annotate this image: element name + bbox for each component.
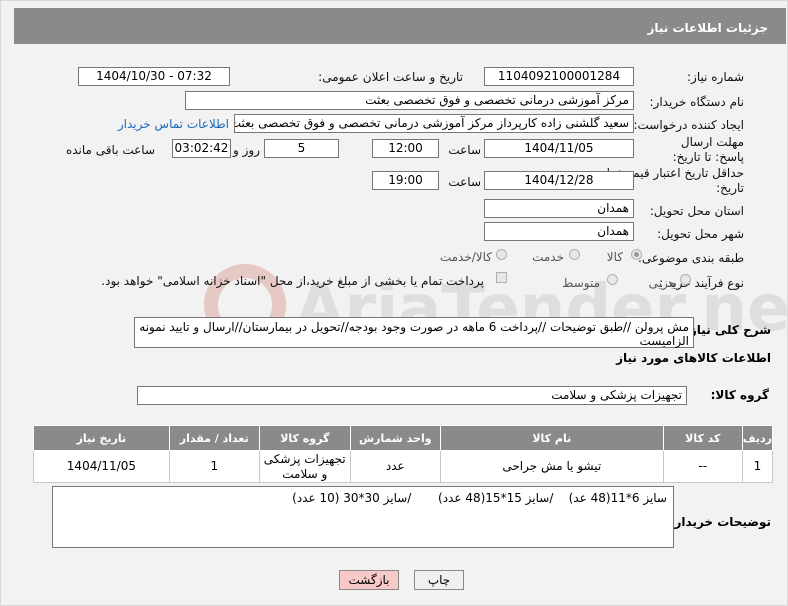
col-unit: واحد شمارش <box>349 425 441 451</box>
price-time-label: ساعت <box>448 175 481 189</box>
process-radio-minor[interactable] <box>680 274 691 285</box>
col-group: گروه کالا <box>258 425 351 451</box>
col-row: ردیف <box>741 425 774 451</box>
process-radio-medium[interactable] <box>607 274 618 285</box>
goods-section-title: اطلاعات کالاهای مورد نیاز <box>616 351 771 365</box>
category-radio-goods-service[interactable] <box>496 249 507 260</box>
process-option-medium: متوسط <box>562 276 600 290</box>
cell-code: -- <box>662 450 743 483</box>
category-label: طبقه بندی موضوعی: <box>637 251 744 265</box>
reply-deadline-label: مهلت ارسال پاسخ: تا تاریخ: <box>672 135 744 164</box>
requester-label: ایجاد کننده درخواست: <box>633 118 744 132</box>
category-option-goods: کالا <box>606 250 623 264</box>
page-header: جزئیات اطلاعات نیاز <box>14 8 786 44</box>
treasury-payment-checkbox[interactable] <box>496 272 507 283</box>
cell-group: تجهیزات پزشکی و سلامت <box>258 450 351 483</box>
page-title: جزئیات اطلاعات نیاز <box>647 21 768 35</box>
col-need-date: تاریخ نیاز <box>33 425 170 451</box>
category-radio-service[interactable] <box>569 249 580 260</box>
remaining-label: ساعت باقی مانده <box>65 143 155 157</box>
days-field[interactable]: 5 <box>264 139 339 158</box>
category-option-goods-service: کالا/خدمت <box>439 250 492 264</box>
goods-table: ردیف کد کالا نام کالا واحد شمارش گروه کا… <box>33 425 774 483</box>
price-date-field[interactable]: 1404/12/28 <box>484 171 634 190</box>
payment-note: پرداخت تمام یا بخشی از مبلغ خرید،از محل … <box>101 274 484 288</box>
description-label: شرح کلی نیاز: <box>685 323 771 337</box>
goods-group-field[interactable]: تجهیزات پزشکی و سلامت <box>137 386 687 405</box>
reply-date-field[interactable]: 1404/11/05 <box>484 139 634 158</box>
announce-label: تاریخ و ساعت اعلان عمومی: <box>318 70 463 84</box>
requester-field[interactable]: سعید گلشنی زاده کارپرداز مرکز آموزشی درم… <box>234 114 634 133</box>
buyer-org-field[interactable]: مرکز آموزشی درمانی تخصصی و فوق تخصصی بعث… <box>185 91 634 110</box>
days-label: روز و <box>233 143 260 157</box>
need-number-field[interactable]: 1104092100001284 <box>484 67 634 86</box>
col-name: نام کالا <box>439 425 664 451</box>
cell-unit: عدد <box>349 450 441 483</box>
need-number-label: شماره نیاز: <box>687 70 744 84</box>
col-code: کد کالا <box>662 425 743 451</box>
province-field[interactable]: همدان <box>484 199 634 218</box>
city-field[interactable]: همدان <box>484 222 634 241</box>
category-radio-goods[interactable] <box>631 249 642 260</box>
goods-group-label: گروه کالا: <box>710 388 769 402</box>
category-option-service: خدمت <box>532 250 564 264</box>
cell-row: 1 <box>741 450 774 483</box>
reply-time-field[interactable]: 12:00 <box>372 139 439 158</box>
buyer-notes-label: توضیحات خریدار: <box>669 515 771 529</box>
announce-field[interactable]: 1404/10/30 - 07:32 <box>78 67 230 86</box>
buyer-notes-field[interactable]: سایز 6*11(48 عد) /سایز 15*15(48 عدد) /سا… <box>52 486 674 548</box>
province-label: استان محل تحویل: <box>649 204 744 218</box>
description-field[interactable]: مش پرولن //طبق توضیحات //پرداخت 6 ماهه د… <box>134 317 694 348</box>
buyer-contact-link[interactable]: اطلاعات تماس خریدار <box>118 117 229 131</box>
col-quantity: تعداد / مقدار <box>168 425 260 451</box>
reply-time-label: ساعت <box>448 143 481 157</box>
cell-need-date: 1404/11/05 <box>33 450 170 483</box>
table-row[interactable]: 1 -- تیشو یا مش جراحی عدد تجهیزات پزشکی … <box>33 450 774 483</box>
cell-quantity: 1 <box>168 450 260 483</box>
price-time-field[interactable]: 19:00 <box>372 171 439 190</box>
buyer-org-label: نام دستگاه خریدار: <box>649 95 745 109</box>
cell-name: تیشو یا مش جراحی <box>439 450 664 483</box>
process-option-minor: جزیی <box>648 276 676 290</box>
city-label: شهر محل تحویل: <box>657 227 744 241</box>
remaining-time-field[interactable]: 03:02:42 <box>172 139 231 158</box>
print-button[interactable]: چاپ <box>414 570 464 590</box>
goods-table-header: ردیف کد کالا نام کالا واحد شمارش گروه کا… <box>33 425 774 451</box>
back-button[interactable]: بازگشت <box>339 570 399 590</box>
